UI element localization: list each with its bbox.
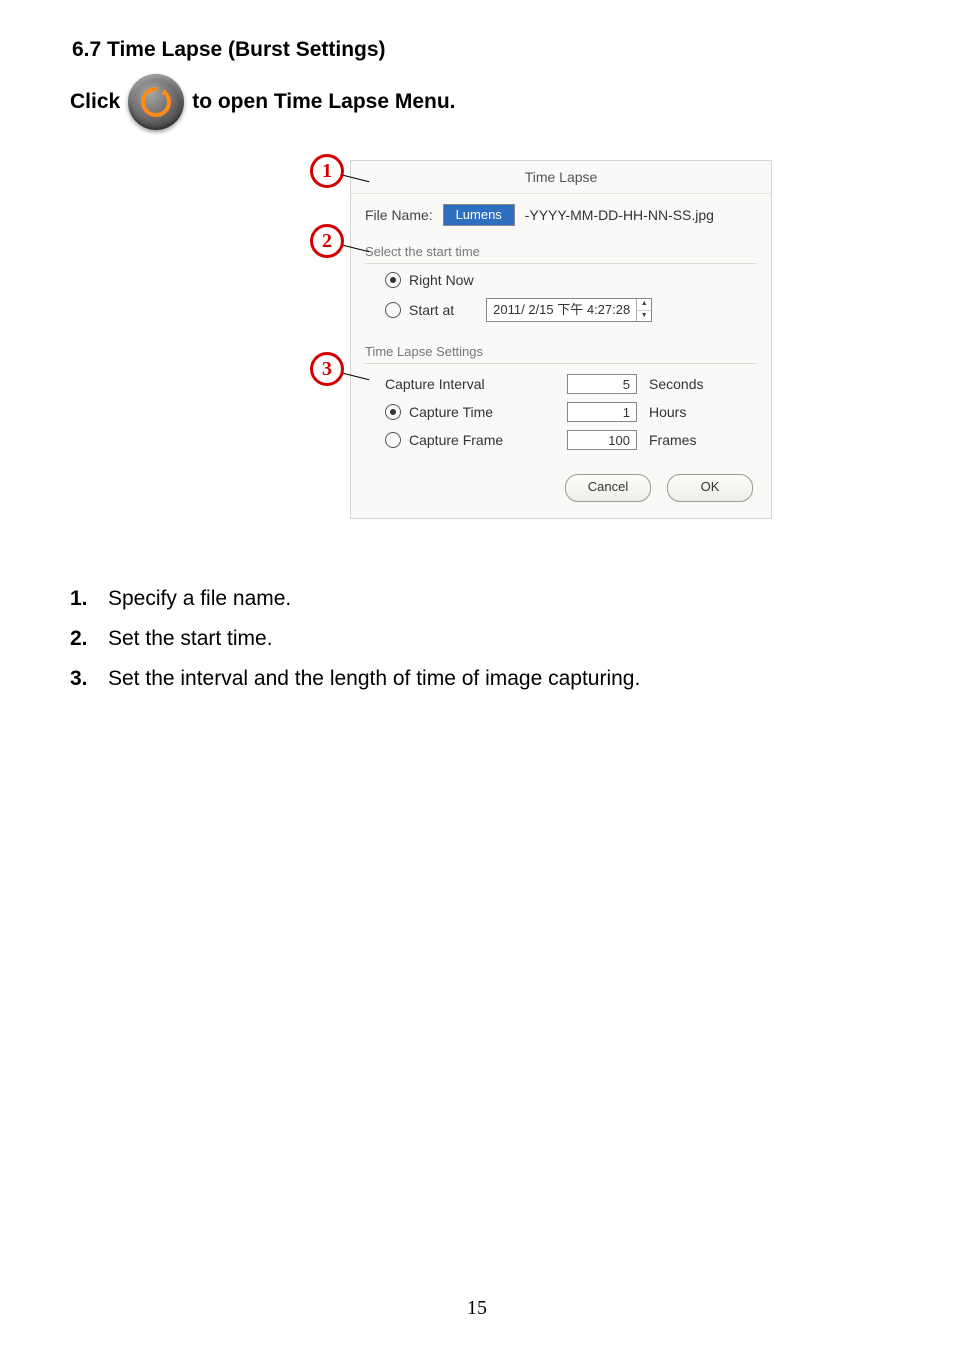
callout-marker-2: 2 <box>310 224 344 258</box>
page-number: 15 <box>0 1297 954 1320</box>
click-before: Click <box>70 90 120 114</box>
start-at-value: 2011/ 2/15 下午 4:27:28 <box>487 299 636 321</box>
capture-interval-input[interactable]: 5 <box>567 374 637 394</box>
spinner-arrows[interactable]: ▲ ▼ <box>636 299 651 321</box>
radio-right-now-label: Right Now <box>409 272 474 288</box>
radio-icon <box>385 404 401 420</box>
list-item: 1. Specify a file name. <box>70 579 894 619</box>
radio-icon <box>385 272 401 288</box>
radio-start-at-label: Start at <box>409 302 454 318</box>
file-name-input[interactable]: Lumens <box>443 204 515 226</box>
list-text: Set the start time. <box>108 619 273 659</box>
list-number: 3. <box>70 659 98 699</box>
list-item: 3. Set the interval and the length of ti… <box>70 659 894 699</box>
start-at-datetime[interactable]: 2011/ 2/15 下午 4:27:28 ▲ ▼ <box>486 298 652 322</box>
list-item: 2. Set the start time. <box>70 619 894 659</box>
capture-frame-input[interactable]: 100 <box>567 430 637 450</box>
capture-interval-label: Capture Interval <box>385 376 545 392</box>
ok-button[interactable]: OK <box>667 474 753 502</box>
radio-capture-frame[interactable]: Capture Frame <box>385 432 545 448</box>
capture-frame-label: Capture Frame <box>409 432 503 448</box>
click-after: to open Time Lapse Menu. <box>192 90 455 114</box>
click-instruction: Click to open Time Lapse Menu. <box>70 74 894 130</box>
radio-icon <box>385 432 401 448</box>
capture-time-label: Capture Time <box>409 404 493 420</box>
list-number: 2. <box>70 619 98 659</box>
callout-marker-3: 3 <box>310 352 344 386</box>
file-name-label: File Name: <box>365 207 433 223</box>
callout-marker-1: 1 <box>310 154 344 188</box>
group-settings: Time Lapse Settings <box>351 332 771 361</box>
time-lapse-dialog: Time Lapse File Name: Lumens -YYYY-MM-DD… <box>350 160 772 519</box>
capture-time-input[interactable]: 1 <box>567 402 637 422</box>
capture-frame-unit: Frames <box>649 432 739 448</box>
list-text: Set the interval and the length of time … <box>108 659 640 699</box>
dialog-title: Time Lapse <box>351 161 771 194</box>
radio-capture-time[interactable]: Capture Time <box>385 404 545 420</box>
list-number: 1. <box>70 579 98 619</box>
radio-start-at[interactable]: Start at 2011/ 2/15 下午 4:27:28 ▲ ▼ <box>365 292 757 326</box>
section-heading: 6.7 Time Lapse (Burst Settings) <box>72 38 894 62</box>
capture-time-unit: Hours <box>649 404 739 420</box>
group-start-time: Select the start time <box>351 232 771 261</box>
chevron-up-icon[interactable]: ▲ <box>637 299 651 311</box>
chevron-down-icon[interactable]: ▼ <box>637 311 651 322</box>
time-lapse-icon <box>128 74 184 130</box>
radio-right-now[interactable]: Right Now <box>365 266 757 292</box>
file-name-suffix: -YYYY-MM-DD-HH-NN-SS.jpg <box>525 207 714 223</box>
instruction-list: 1. Specify a file name. 2. Set the start… <box>70 579 894 699</box>
radio-icon <box>385 302 401 318</box>
capture-interval-unit: Seconds <box>649 376 739 392</box>
list-text: Specify a file name. <box>108 579 291 619</box>
cancel-button[interactable]: Cancel <box>565 474 651 502</box>
